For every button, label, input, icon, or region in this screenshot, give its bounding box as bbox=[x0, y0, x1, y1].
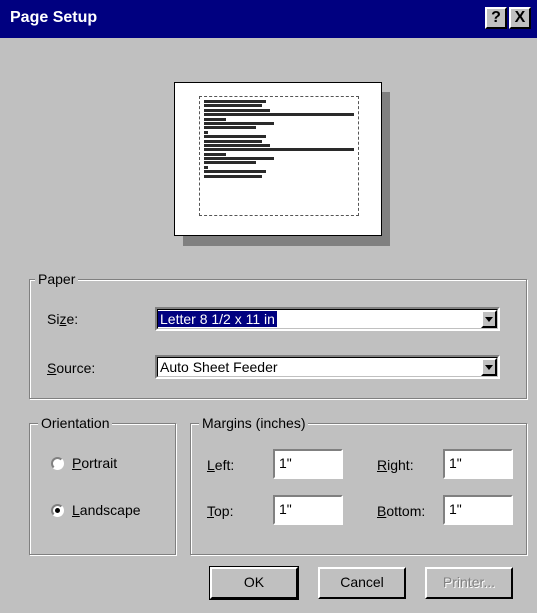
ok-button[interactable]: OK bbox=[209, 566, 299, 600]
bottom-margin-input[interactable]: 1" bbox=[443, 495, 513, 525]
page-setup-dialog: Page Setup ? X Paper Size: Letter 8 1/2 … bbox=[0, 0, 537, 613]
title-bar[interactable]: Page Setup ? X bbox=[0, 0, 537, 38]
paper-legend: Paper bbox=[35, 271, 79, 287]
chevron-down-icon[interactable] bbox=[481, 358, 497, 376]
page-preview bbox=[174, 82, 382, 236]
orientation-group: Orientation bbox=[29, 415, 176, 555]
top-margin-label: Top: bbox=[207, 503, 234, 519]
right-margin-label: Right: bbox=[377, 457, 414, 473]
paper-source-select[interactable]: Auto Sheet Feeder bbox=[155, 355, 500, 379]
margins-group: Margins (inches) bbox=[190, 415, 527, 555]
window-title: Page Setup bbox=[10, 9, 98, 26]
paper-source-value: Auto Sheet Feeder bbox=[160, 359, 278, 375]
landscape-radio[interactable] bbox=[51, 504, 64, 517]
paper-group: Paper bbox=[29, 271, 527, 399]
cancel-button[interactable]: Cancel bbox=[318, 567, 406, 599]
portrait-radio[interactable] bbox=[51, 457, 64, 470]
help-button[interactable]: ? bbox=[485, 7, 507, 29]
bottom-margin-value: 1" bbox=[449, 501, 462, 517]
printer-button[interactable]: Printer... bbox=[425, 567, 513, 599]
right-margin-value: 1" bbox=[449, 455, 462, 471]
left-margin-input[interactable]: 1" bbox=[273, 449, 343, 479]
portrait-label[interactable]: Portrait bbox=[72, 455, 117, 471]
size-label: Size: bbox=[47, 311, 79, 327]
left-margin-label: Left: bbox=[207, 457, 235, 473]
paper-size-select[interactable]: Letter 8 1/2 x 11 in bbox=[155, 307, 500, 331]
close-button[interactable]: X bbox=[509, 7, 531, 29]
chevron-down-icon[interactable] bbox=[481, 310, 497, 328]
paper-size-value: Letter 8 1/2 x 11 in bbox=[158, 311, 277, 327]
source-label: Source: bbox=[47, 360, 96, 376]
top-margin-value: 1" bbox=[279, 501, 292, 517]
preview-text-lines bbox=[204, 100, 354, 179]
margins-legend: Margins (inches) bbox=[199, 415, 309, 431]
orientation-legend: Orientation bbox=[38, 415, 113, 431]
bottom-margin-label: Bottom: bbox=[377, 503, 426, 519]
top-margin-input[interactable]: 1" bbox=[273, 495, 343, 525]
right-margin-input[interactable]: 1" bbox=[443, 449, 513, 479]
landscape-label[interactable]: Landscape bbox=[72, 502, 141, 518]
preview-margin-outline bbox=[199, 96, 359, 216]
left-margin-value: 1" bbox=[279, 455, 292, 471]
